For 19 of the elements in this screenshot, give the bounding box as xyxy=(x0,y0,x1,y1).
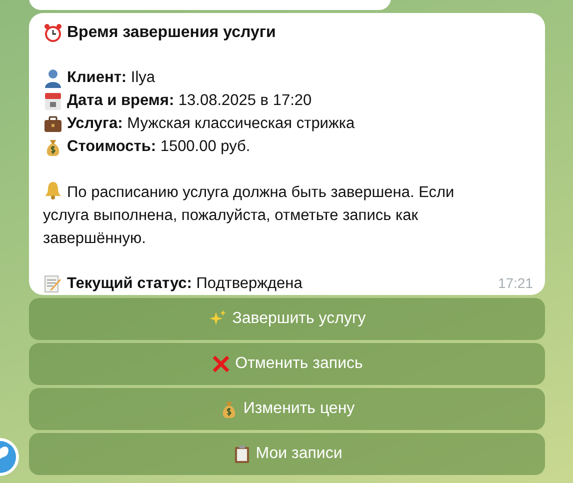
calendar-icon xyxy=(43,90,63,110)
detail-text: Дата и время: 13.08.2025 в 17:20 xyxy=(67,92,312,110)
cross-icon xyxy=(211,354,232,374)
detail-text: Услуга: Мужская классическая стрижка xyxy=(67,114,355,132)
alarm-clock-icon xyxy=(43,22,63,42)
briefcase-icon xyxy=(43,114,63,134)
person-icon xyxy=(43,68,63,88)
message-title: Время завершения услуги xyxy=(67,24,276,42)
inline-button[interactable]: Изменить цену xyxy=(29,388,545,430)
notice-text: По расписанию услуга должна быть завершена. Если услуга выполнена, пожалуйста, отметьте запись как завершённую. xyxy=(43,180,488,250)
message-time: 17:21 xyxy=(498,275,533,291)
inline-button[interactable]: Отменить запись xyxy=(29,343,545,385)
detail-text: Стоимость: 1500.00 руб. xyxy=(67,138,250,156)
status-text: Текущий статус: Подтверждена xyxy=(67,274,302,292)
inline-button[interactable]: Мои записи xyxy=(29,433,545,475)
inline-button[interactable]: Завершить услугу xyxy=(29,298,545,340)
memo-icon xyxy=(43,274,63,294)
detail-text: Клиент: Ilya xyxy=(67,68,156,86)
bell-icon xyxy=(43,180,63,200)
